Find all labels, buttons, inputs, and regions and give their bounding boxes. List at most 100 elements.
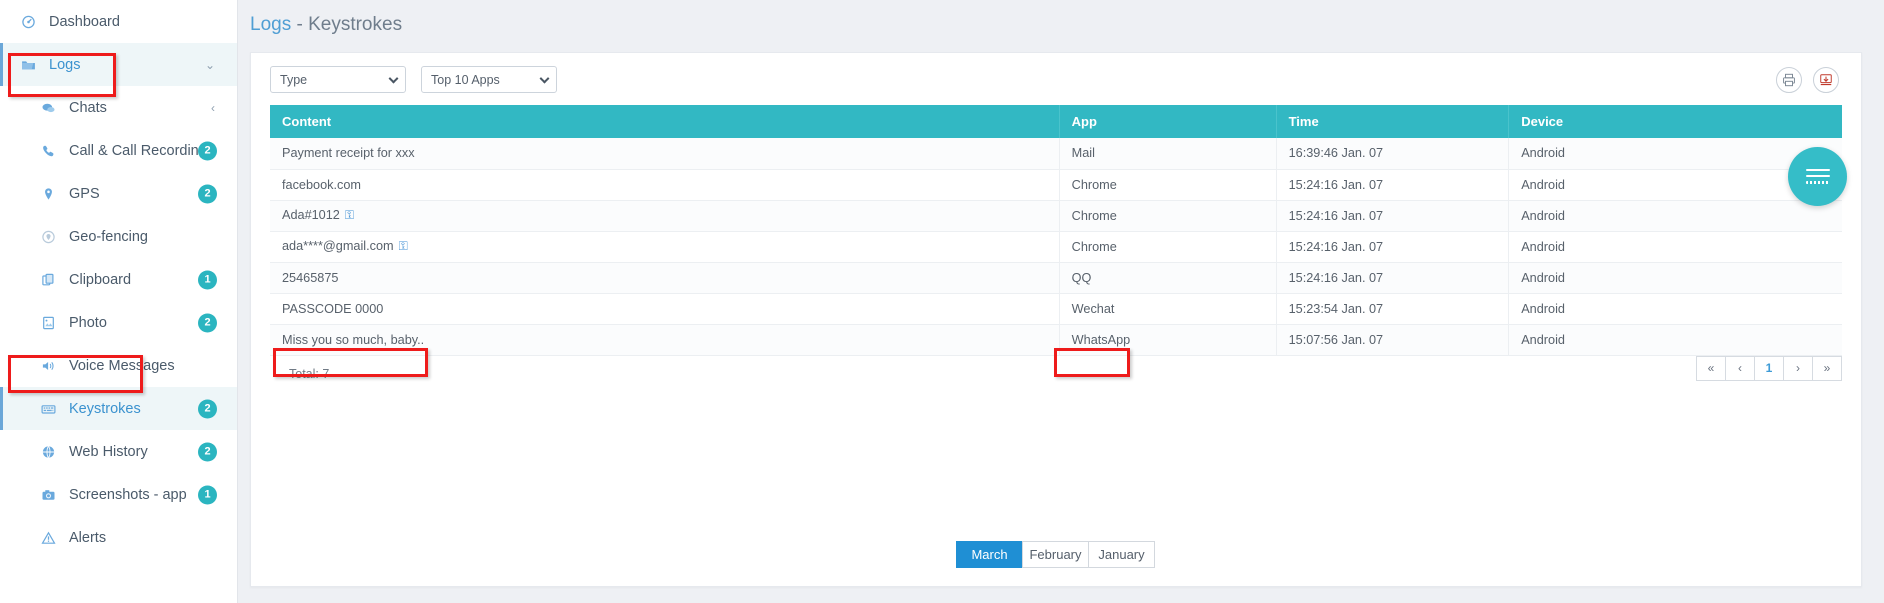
password-key-icon[interactable]: ⚿ (345, 208, 354, 222)
column-header-time[interactable]: Time (1276, 105, 1509, 138)
content-text: Ada#1012 (282, 208, 340, 222)
cell-content: Ada#1012 ⚿ (270, 200, 1059, 231)
sidebar-item-call-call-recording[interactable]: Call & Call Recording2 (0, 129, 237, 172)
table-row[interactable]: Ada#1012 ⚿ Chrome15:24:16 Jan. 07Android (270, 200, 1842, 231)
sidebar-item-dashboard[interactable]: Dashboard (0, 0, 237, 43)
photo-icon (38, 314, 58, 332)
sidebar-item-chats[interactable]: Chats‹ (0, 86, 237, 129)
cell-app: Wechat (1059, 293, 1276, 324)
chevron-down-icon[interactable]: ⌄ (205, 59, 215, 71)
month-button-january[interactable]: January (1088, 541, 1155, 568)
pagination-button-nav-3[interactable]: › (1783, 356, 1813, 381)
cell-time: 15:24:16 Jan. 07 (1276, 200, 1509, 231)
chat-icon (38, 99, 58, 117)
cell-device: Android (1509, 200, 1842, 231)
apps-select-value: Top 10 Apps (431, 73, 500, 87)
chevron-down-icon (389, 73, 399, 83)
table-header-row: Content App Time Device (270, 105, 1842, 138)
sidebar-item-badge: 2 (198, 442, 217, 461)
cell-content: Payment receipt for xxx (270, 138, 1059, 169)
hamburger-menu-icon (1806, 165, 1830, 188)
sidebar-item-label: Alerts (69, 530, 237, 546)
sidebar-item-alerts[interactable]: Alerts (0, 516, 237, 559)
table-row[interactable]: Payment receipt for xxxMail16:39:46 Jan.… (270, 138, 1842, 169)
folder-icon (18, 56, 38, 74)
cell-app: WhatsApp (1059, 324, 1276, 355)
keyboard-icon (40, 401, 57, 417)
type-select-value: Type (280, 73, 307, 87)
table-head: Content App Time Device (270, 105, 1842, 138)
sidebar-item-badge: 1 (198, 485, 217, 504)
cell-device: Android (1509, 262, 1842, 293)
sidebar-item-label: Voice Messages (69, 358, 237, 374)
content-text: ada****@gmail.com (282, 239, 394, 253)
table-row[interactable]: ada****@gmail.com⚿Chrome15:24:16 Jan. 07… (270, 231, 1842, 262)
sidebar-item-gps[interactable]: GPS2 (0, 172, 237, 215)
cell-content: PASSCODE 0000 (270, 293, 1059, 324)
export-button[interactable] (1813, 67, 1839, 93)
password-key-icon[interactable]: ⚿ (399, 239, 408, 253)
dashboard-icon (18, 13, 38, 31)
keystrokes-table: Content App Time Device Payment receipt … (270, 105, 1842, 356)
pin-icon (38, 185, 58, 203)
sidebar-item-voice-messages[interactable]: Voice Messages (0, 344, 237, 387)
table-body: Payment receipt for xxxMail16:39:46 Jan.… (270, 138, 1842, 355)
filter-toolbar: Type Top 10 Apps (251, 53, 1861, 105)
speaker-icon (40, 358, 57, 374)
cell-time: 15:24:16 Jan. 07 (1276, 231, 1509, 262)
print-button[interactable] (1776, 67, 1802, 93)
table-row[interactable]: facebook.comChrome15:24:16 Jan. 07Androi… (270, 169, 1842, 200)
sidebar-item-badge: 1 (198, 270, 217, 289)
type-select[interactable]: Type (270, 66, 406, 93)
sidebar-item-web-history[interactable]: Web History2 (0, 430, 237, 473)
cell-time: 15:07:56 Jan. 07 (1276, 324, 1509, 355)
cell-app: Chrome (1059, 200, 1276, 231)
content-text: PASSCODE 0000 (282, 302, 383, 316)
globe-icon (38, 443, 58, 461)
month-button-february[interactable]: February (1022, 541, 1089, 568)
apps-select[interactable]: Top 10 Apps (421, 66, 557, 93)
cell-device: Android (1509, 231, 1842, 262)
pagination-button-nav-1[interactable]: ‹ (1725, 356, 1755, 381)
table-row[interactable]: Miss you so much, baby.. WhatsApp15:07:56… (270, 324, 1842, 355)
content-text: Miss you so much, baby.. (282, 333, 424, 347)
sidebar-item-photo[interactable]: Photo2 (0, 301, 237, 344)
floating-menu-button[interactable] (1788, 147, 1847, 206)
month-filter-group: MarchFebruaryJanuary (251, 541, 1861, 568)
column-header-device[interactable]: Device (1509, 105, 1842, 138)
page-title-rest: - Keystrokes (291, 14, 402, 35)
pagination-button-nav-4[interactable]: » (1812, 356, 1842, 381)
table-row[interactable]: 25465875QQ15:24:16 Jan. 07Android (270, 262, 1842, 293)
camera-icon (38, 486, 58, 504)
sidebar: DashboardLogs⌄Chats‹Call & Call Recordin… (0, 0, 238, 603)
column-header-content[interactable]: Content (270, 105, 1059, 138)
month-button-march[interactable]: March (956, 541, 1023, 568)
chevron-left-icon[interactable]: ‹ (211, 102, 215, 114)
keyboard-icon (38, 400, 58, 418)
cell-time: 15:24:16 Jan. 07 (1276, 169, 1509, 200)
toolbar-actions (1776, 67, 1839, 93)
column-header-app[interactable]: App (1059, 105, 1276, 138)
photo-icon (40, 315, 57, 331)
sidebar-item-keystrokes[interactable]: Keystrokes2 (0, 387, 237, 430)
logs-table-wrapper: Content App Time Device Payment receipt … (251, 105, 1861, 381)
cell-content: ada****@gmail.com ⚿ (270, 231, 1059, 262)
chat-icon (40, 100, 57, 116)
pagination: «‹1›» (1697, 356, 1842, 381)
clipboard-icon (40, 272, 57, 288)
sidebar-item-clipboard[interactable]: Clipboard1 (0, 258, 237, 301)
sidebar-item-logs[interactable]: Logs⌄ (0, 43, 237, 86)
page-title-accent: Logs (250, 14, 291, 35)
content-text: 25465875 (282, 271, 338, 285)
sidebar-item-geo-fencing[interactable]: Geo-fencing (0, 215, 237, 258)
table-row[interactable]: PASSCODE 0000Wechat15:23:54 Jan. 07Andro… (270, 293, 1842, 324)
pagination-button-current-page[interactable]: 1 (1754, 356, 1784, 381)
sidebar-item-screenshots-app[interactable]: Screenshots - app1 (0, 473, 237, 516)
pin-icon (40, 186, 57, 202)
sidebar-item-badge: 2 (198, 184, 217, 203)
warning-icon (38, 529, 58, 547)
pagination-button-nav-0[interactable]: « (1696, 356, 1726, 381)
warning-icon (40, 530, 57, 546)
phone-icon (40, 143, 57, 159)
speaker-icon (38, 357, 58, 375)
